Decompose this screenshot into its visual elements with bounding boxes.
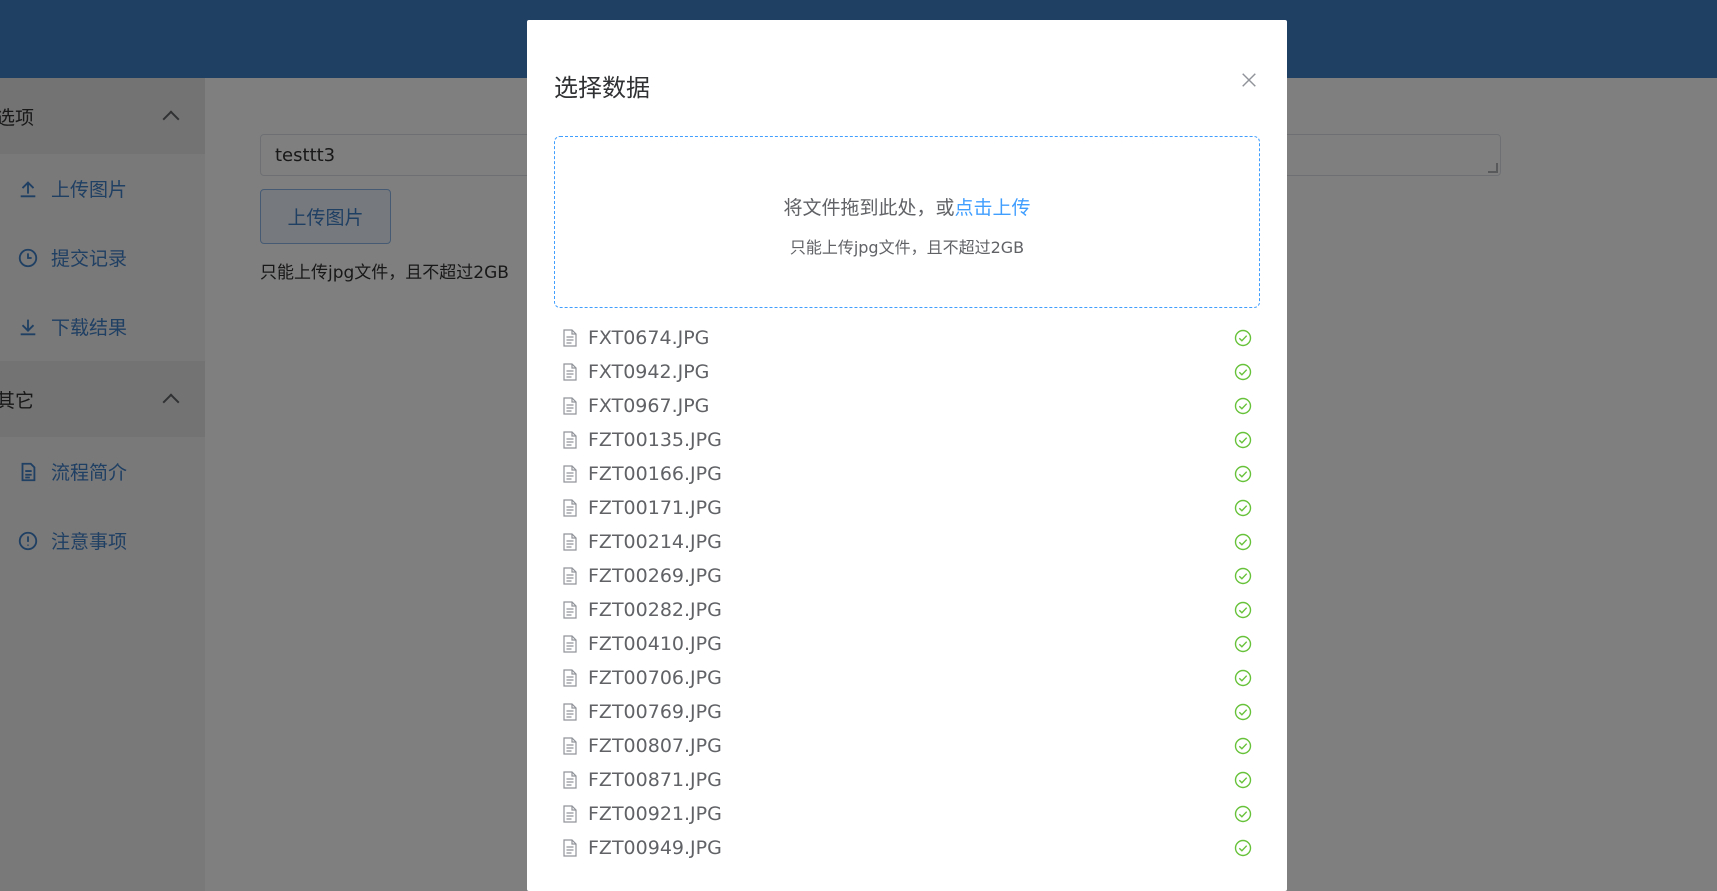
file-name: FZT00871.JPG [588, 769, 722, 791]
file-list-item[interactable]: FZT00166.JPG [562, 457, 1252, 491]
file-name: FZT00410.JPG [588, 633, 722, 655]
document-icon [562, 805, 578, 823]
success-check-icon [1234, 567, 1252, 585]
success-check-icon [1234, 805, 1252, 823]
file-name: FZT00807.JPG [588, 735, 722, 757]
success-check-icon [1234, 533, 1252, 551]
file-name: FZT00166.JPG [588, 463, 722, 485]
file-dropzone[interactable]: 将文件拖到此处，或点击上传 只能上传jpg文件，且不超过2GB [554, 136, 1260, 308]
document-icon [562, 329, 578, 347]
file-list-item[interactable]: FZT00706.JPG [562, 661, 1252, 695]
success-check-icon [1234, 635, 1252, 653]
file-list-item[interactable]: FZT00135.JPG [562, 423, 1252, 457]
file-name: FXT0942.JPG [588, 361, 710, 383]
document-icon [562, 771, 578, 789]
success-check-icon [1234, 431, 1252, 449]
success-check-icon [1234, 737, 1252, 755]
document-icon [562, 839, 578, 857]
success-check-icon [1234, 363, 1252, 381]
file-name: FXT0967.JPG [588, 395, 710, 417]
document-icon [562, 465, 578, 483]
success-check-icon [1234, 499, 1252, 517]
success-check-icon [1234, 771, 1252, 789]
click-upload-link[interactable]: 点击上传 [955, 197, 1031, 219]
file-list-item[interactable]: FXT0967.JPG [562, 389, 1252, 423]
file-list-item[interactable]: FZT00282.JPG [562, 593, 1252, 627]
file-list-item[interactable]: FZT00949.JPG [562, 831, 1252, 865]
document-icon [562, 363, 578, 381]
file-list-item[interactable]: FZT00871.JPG [562, 763, 1252, 797]
file-name: FXT0674.JPG [588, 327, 710, 349]
dropzone-text: 将文件拖到此处，或点击上传 [555, 193, 1259, 220]
file-list-item[interactable]: FZT00807.JPG [562, 729, 1252, 763]
uploaded-file-list: FXT0674.JPG FXT0942.JPG FXT0967.JPG FZT0013… [562, 321, 1252, 865]
select-data-dialog: 选择数据 将文件拖到此处，或点击上传 只能上传jpg文件，且不超过2GB FXT… [527, 20, 1287, 891]
file-name: FZT00269.JPG [588, 565, 722, 587]
file-name: FZT00135.JPG [588, 429, 722, 451]
success-check-icon [1234, 601, 1252, 619]
document-icon [562, 567, 578, 585]
file-list-item[interactable]: FZT00171.JPG [562, 491, 1252, 525]
file-list-item[interactable]: FZT00214.JPG [562, 525, 1252, 559]
document-icon [562, 397, 578, 415]
file-name: FZT00282.JPG [588, 599, 722, 621]
file-name: FZT00921.JPG [588, 803, 722, 825]
document-icon [562, 499, 578, 517]
document-icon [562, 737, 578, 755]
document-icon [562, 533, 578, 551]
file-list-item[interactable]: FZT00769.JPG [562, 695, 1252, 729]
file-list-item[interactable]: FZT00921.JPG [562, 797, 1252, 831]
file-list-item[interactable]: FXT0674.JPG [562, 321, 1252, 355]
dropzone-prompt: 将文件拖到此处，或 [783, 197, 955, 219]
file-list-item[interactable]: FZT00410.JPG [562, 627, 1252, 661]
success-check-icon [1234, 329, 1252, 347]
document-icon [562, 601, 578, 619]
file-name: FZT00214.JPG [588, 531, 722, 553]
document-icon [562, 635, 578, 653]
file-name: FZT00769.JPG [588, 701, 722, 723]
document-icon [562, 703, 578, 721]
success-check-icon [1234, 839, 1252, 857]
close-icon[interactable] [1239, 70, 1259, 90]
success-check-icon [1234, 397, 1252, 415]
file-name: FZT00706.JPG [588, 667, 722, 689]
file-list-item[interactable]: FZT00269.JPG [562, 559, 1252, 593]
dropzone-tip: 只能上传jpg文件，且不超过2GB [789, 238, 1025, 257]
document-icon [562, 431, 578, 449]
success-check-icon [1234, 465, 1252, 483]
file-name: FZT00949.JPG [588, 837, 722, 859]
document-icon [562, 669, 578, 687]
file-name: FZT00171.JPG [588, 497, 722, 519]
success-check-icon [1234, 669, 1252, 687]
success-check-icon [1234, 703, 1252, 721]
file-list-item[interactable]: FXT0942.JPG [562, 355, 1252, 389]
dialog-title: 选择数据 [554, 74, 650, 102]
